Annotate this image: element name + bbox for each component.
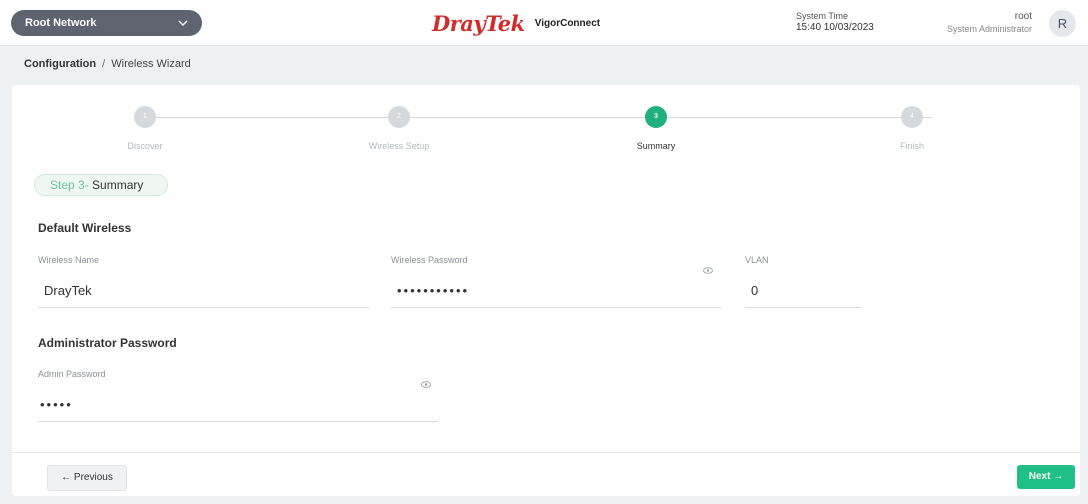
system-time-value: 15:40 10/03/2023 xyxy=(796,22,874,33)
step-3-circle: 3 xyxy=(645,106,667,128)
wireless-password-underline xyxy=(391,307,721,308)
breadcrumb-current: Wireless Wizard xyxy=(111,58,191,70)
vlan-underline xyxy=(745,307,861,308)
user-info: root System Administrator xyxy=(947,10,1032,36)
user-name: root xyxy=(1014,11,1032,22)
previous-button[interactable]: ← Previous xyxy=(47,465,127,491)
system-time-label: System Time xyxy=(796,11,849,21)
wireless-name-underline xyxy=(38,307,369,308)
step-pill: Step 3- Summary xyxy=(34,174,168,196)
admin-password-field[interactable]: ••••• xyxy=(40,397,73,412)
step-1-label: Discover xyxy=(127,141,163,151)
admin-password-underline xyxy=(38,421,438,422)
top-header: Root Network DrayTek VigorConnect System… xyxy=(0,0,1088,46)
step-4-label: Finish xyxy=(899,141,924,151)
breadcrumb: Configuration / Wireless Wizard xyxy=(24,58,191,70)
stepper-line xyxy=(146,117,932,118)
step-3-label: Summary xyxy=(636,141,676,151)
default-wireless-title: Default Wireless xyxy=(38,221,132,235)
show-admin-password-icon[interactable] xyxy=(421,381,431,388)
breadcrumb-separator: / xyxy=(102,58,106,70)
wireless-name-label: Wireless Name xyxy=(38,255,100,265)
system-time: System Time 15:40 10/03/2023 xyxy=(796,10,874,34)
next-button[interactable]: Next → xyxy=(1017,465,1075,489)
vlan-label: VLAN xyxy=(745,255,769,265)
step-4-circle: 4 xyxy=(901,106,923,128)
admin-password-label: Admin Password xyxy=(38,369,106,379)
step-1-circle: 1 xyxy=(134,106,156,128)
step-2-circle: 2 xyxy=(388,106,410,128)
breadcrumb-root[interactable]: Configuration xyxy=(24,58,96,70)
wireless-name-field[interactable]: DrayTek xyxy=(44,283,92,298)
network-select[interactable]: Root Network xyxy=(11,10,202,36)
show-password-icon[interactable] xyxy=(703,267,713,274)
wizard-card: 1 Discover 2 Wireless Setup 3 Summary 4 … xyxy=(12,85,1080,496)
step-pill-title: Summary xyxy=(88,178,144,192)
footer-divider xyxy=(12,452,1080,453)
wireless-password-field[interactable]: ••••••••••• xyxy=(397,283,469,298)
network-select-label: Root Network xyxy=(25,17,97,29)
step-2-label: Wireless Setup xyxy=(368,141,430,151)
app-name: VigorConnect xyxy=(534,17,601,29)
step-pill-prefix: Step 3- xyxy=(50,178,89,192)
avatar[interactable]: R xyxy=(1049,10,1076,37)
chevron-down-icon xyxy=(178,20,188,26)
vlan-field[interactable]: 0 xyxy=(751,283,758,298)
admin-password-title: Administrator Password xyxy=(38,336,177,350)
wireless-password-label: Wireless Password xyxy=(391,255,468,265)
draytek-logo: DrayTek xyxy=(432,10,525,36)
user-role: System Administrator xyxy=(946,24,1032,34)
brand: DrayTek VigorConnect xyxy=(432,6,600,40)
